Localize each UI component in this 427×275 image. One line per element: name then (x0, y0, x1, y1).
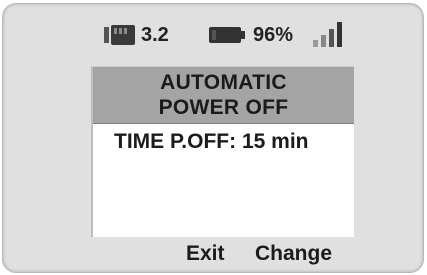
status-bar: 3.2 96% (0, 0, 427, 60)
display-screen: AUTOMATIC POWER OFF TIME P.OFF: 15 min (91, 66, 354, 237)
signal-strength-icon (313, 21, 343, 47)
sd-card-value: 3.2 (141, 24, 169, 46)
power-off-time-setting: TIME P.OFF: 15 min (114, 130, 308, 154)
device: 3.2 96% AUTOMATIC POWER OFF TIME P.OFF: … (0, 0, 427, 275)
menu-title-line-2: POWER OFF (158, 96, 289, 119)
signal-status (313, 21, 343, 47)
battery-status: 96% (209, 23, 293, 47)
setting-text: TIME P.OFF: 15 min (114, 130, 309, 153)
sd-card-icon (104, 24, 136, 46)
change-softkey[interactable]: Change (255, 241, 332, 267)
sd-card-status: 3.2 (104, 23, 169, 47)
menu-title: AUTOMATIC POWER OFF (93, 67, 354, 124)
battery-icon (209, 26, 246, 44)
menu-title-line-1: AUTOMATIC (160, 71, 287, 94)
exit-softkey[interactable]: Exit (186, 241, 225, 267)
battery-value: 96% (253, 24, 294, 46)
